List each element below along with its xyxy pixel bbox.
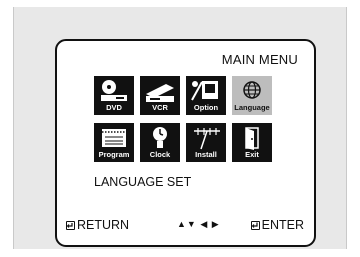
menu-item-label: DVD: [106, 103, 122, 112]
menu-title: MAIN MENU: [221, 52, 298, 67]
menu-item-install[interactable]: Install: [186, 123, 226, 162]
menu-item-label: Option: [193, 103, 219, 112]
osd-screen: MAIN MENU DVD VCR Option Language Progra…: [55, 39, 316, 247]
return-key-icon: [66, 220, 75, 230]
navigation-arrows: ▲▼ ◀ ▶: [177, 219, 220, 229]
menu-item-dvd[interactable]: DVD: [94, 76, 134, 115]
return-button[interactable]: RETURN: [66, 218, 129, 232]
menu-item-label: Program: [98, 150, 130, 159]
enter-label: ENTER: [261, 218, 304, 232]
menu-item-program[interactable]: Program: [94, 123, 134, 162]
menu-item-label: VCR: [152, 103, 168, 112]
enter-key-icon: [250, 220, 260, 230]
menu-item-exit[interactable]: Exit: [232, 123, 272, 162]
menu-item-label: Clock: [149, 150, 171, 159]
menu-item-label: Exit: [245, 150, 259, 159]
menu-item-label: Install: [195, 150, 217, 159]
section-label: LANGUAGE SET: [94, 175, 192, 189]
footer-bar: RETURN ▲▼ ◀ ▶ ENTER: [57, 218, 314, 234]
menu-item-clock[interactable]: Clock: [140, 123, 180, 162]
menu-item-label: Language: [234, 103, 270, 112]
enter-button[interactable]: ENTER: [250, 218, 304, 232]
return-label: RETURN: [77, 218, 130, 232]
menu-item-language[interactable]: Language: [232, 76, 272, 115]
menu-item-option[interactable]: Option: [186, 76, 226, 115]
menu-item-vcr[interactable]: VCR: [140, 76, 180, 115]
